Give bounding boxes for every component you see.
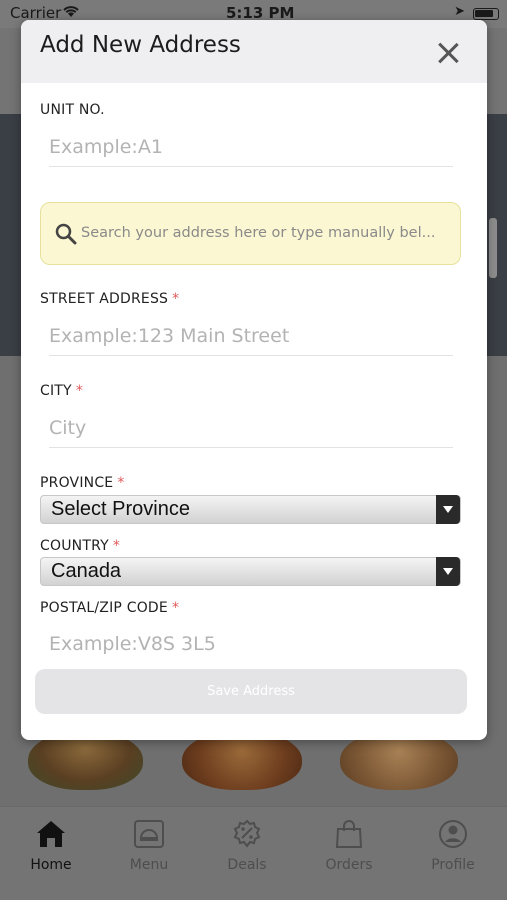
modal-title: Add New Address <box>40 32 241 58</box>
city-input[interactable] <box>49 408 453 448</box>
battery-icon <box>473 8 499 20</box>
province-selected-value: Select Province <box>51 498 190 520</box>
close-icon[interactable] <box>437 41 459 63</box>
tab-orders[interactable]: Orders <box>304 819 394 873</box>
tab-bar: Home Menu Deals Orders Profile <box>0 806 507 900</box>
country-label: COUNTRY * <box>40 538 120 554</box>
tab-menu-label: Menu <box>129 857 169 873</box>
postal-label-text: POSTAL/ZIP CODE <box>40 600 168 616</box>
postal-code-input[interactable] <box>49 624 453 664</box>
country-select[interactable]: Canada <box>40 557 461 586</box>
profile-icon <box>408 819 498 855</box>
search-icon <box>55 223 77 245</box>
tab-deals-label: Deals <box>227 857 267 873</box>
save-address-button[interactable]: Save Address <box>35 669 467 714</box>
postal-label: POSTAL/ZIP CODE * <box>40 600 179 616</box>
address-search-box[interactable] <box>40 202 461 265</box>
province-select[interactable]: Select Province <box>40 495 461 524</box>
orders-bag-icon <box>304 819 394 855</box>
menu-cloche-icon <box>104 819 194 855</box>
unit-input[interactable] <box>49 127 453 167</box>
tab-home-label: Home <box>30 857 72 873</box>
tab-profile[interactable]: Profile <box>408 819 498 873</box>
city-label: CITY * <box>40 383 83 399</box>
tab-deals[interactable]: Deals <box>202 819 292 873</box>
country-label-text: COUNTRY <box>40 538 109 554</box>
required-mark: * <box>172 291 180 307</box>
required-mark: * <box>75 383 84 399</box>
street-address-input[interactable] <box>49 316 453 356</box>
tab-profile-label: Profile <box>431 857 475 873</box>
modal-header: Add New Address <box>21 20 487 83</box>
home-icon <box>6 819 96 855</box>
required-mark: * <box>171 600 180 616</box>
unit-label: UNIT NO. <box>40 102 105 118</box>
tab-orders-label: Orders <box>325 857 373 873</box>
tab-home[interactable]: Home <box>6 819 96 873</box>
country-selected-value: Canada <box>51 560 122 582</box>
street-label: STREET ADDRESS * <box>40 291 179 307</box>
carousel-side-card <box>489 218 497 278</box>
chevron-down-icon <box>436 557 460 586</box>
street-label-text: STREET ADDRESS <box>40 291 169 307</box>
tab-menu[interactable]: Menu <box>104 819 194 873</box>
chevron-down-icon <box>436 495 460 524</box>
required-mark: * <box>112 538 121 554</box>
city-label-text: CITY <box>40 383 72 399</box>
address-search-input[interactable] <box>81 218 449 248</box>
province-label-text: PROVINCE <box>40 475 114 491</box>
location-arrow-icon: ➤ <box>454 4 465 19</box>
unit-label-text: UNIT NO. <box>40 102 105 118</box>
add-address-modal: Add New Address UNIT NO. STREET ADDRESS*… <box>21 20 487 740</box>
required-mark: * <box>117 475 125 491</box>
deals-percent-icon <box>202 819 292 855</box>
province-label: PROVINCE * <box>40 475 125 491</box>
